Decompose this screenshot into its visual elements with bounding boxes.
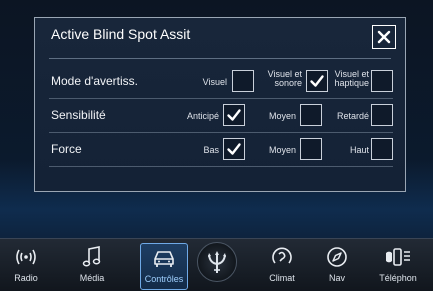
close-icon — [377, 30, 391, 44]
option-label-bas: Bas — [203, 145, 219, 155]
settings-dialog: Active Blind Spot Assit Mode d'avertiss.… — [34, 17, 406, 192]
option-label-visuel: Visuel — [202, 77, 227, 87]
checkbox-visuel-sonore[interactable] — [306, 70, 328, 92]
climate-icon — [270, 243, 294, 271]
option-label-visuel-haptique: Visuel et haptique — [334, 69, 369, 88]
nav-label-media: Média — [79, 273, 105, 283]
checkbox-moyen[interactable] — [300, 104, 322, 126]
phone-icon — [384, 243, 412, 271]
row-warning-mode: Mode d'avertiss. Visuel Visuel et sonore… — [49, 66, 393, 99]
dialog-title: Active Blind Spot Assit — [51, 26, 191, 42]
nav-label-telephone: Téléphon — [379, 273, 417, 283]
option-label-visuel-sonore: Visuel et sonore — [267, 69, 302, 88]
option-label-retarde: Retardé — [336, 111, 369, 121]
checkmark-icon — [310, 75, 324, 87]
checkbox-anticipe[interactable] — [223, 104, 245, 126]
row-label: Mode d'avertiss. — [51, 74, 138, 88]
option-label-haut: Haut — [349, 145, 369, 155]
option-label-moyen: Moyen — [268, 145, 296, 155]
nav-label-climat: Climat — [269, 273, 295, 283]
nav-telephone[interactable]: Téléphon — [368, 243, 428, 290]
row-label: Force — [51, 142, 82, 156]
nav-radio[interactable]: Radio — [2, 243, 50, 290]
radio-icon — [13, 243, 39, 271]
header-divider — [49, 58, 391, 59]
checkbox-bas[interactable] — [223, 138, 245, 160]
row-divider — [49, 98, 393, 99]
checkbox-retarde[interactable] — [371, 104, 393, 126]
nav-climat[interactable]: Climat — [258, 243, 306, 290]
music-note-icon — [81, 243, 103, 271]
nav-label-nav: Nav — [328, 273, 345, 283]
car-icon — [151, 244, 177, 272]
row-sensitivity: Sensibilité Anticipé Moyen Retardé — [49, 100, 393, 133]
nav-label-radio: Radio — [14, 273, 38, 283]
home-button[interactable] — [197, 242, 237, 282]
checkbox-haut[interactable] — [371, 138, 393, 160]
dialog-header: Active Blind Spot Assit — [35, 18, 405, 55]
row-label: Sensibilité — [51, 108, 106, 122]
checkbox-moyen[interactable] — [300, 138, 322, 160]
screen: Active Blind Spot Assit Mode d'avertiss.… — [0, 0, 433, 291]
compass-icon — [325, 243, 349, 271]
row-force: Force Bas Moyen Haut — [49, 134, 393, 167]
option-label-anticipe: Anticipé — [186, 111, 219, 121]
nav-media[interactable]: Média — [68, 243, 116, 290]
nav-label-controles: Contrôles — [144, 274, 184, 284]
checkbox-visuel[interactable] — [232, 70, 254, 92]
checkmark-icon — [227, 143, 241, 155]
checkbox-visuel-haptique[interactable] — [371, 70, 393, 92]
option-label-moyen: Moyen — [268, 111, 296, 121]
trident-logo-icon — [208, 251, 226, 273]
row-divider — [49, 132, 393, 133]
row-divider — [49, 166, 393, 167]
close-button[interactable] — [372, 25, 396, 49]
nav-controles[interactable]: Contrôles — [140, 243, 188, 290]
nav-nav[interactable]: Nav — [313, 243, 361, 290]
checkmark-icon — [227, 109, 241, 121]
